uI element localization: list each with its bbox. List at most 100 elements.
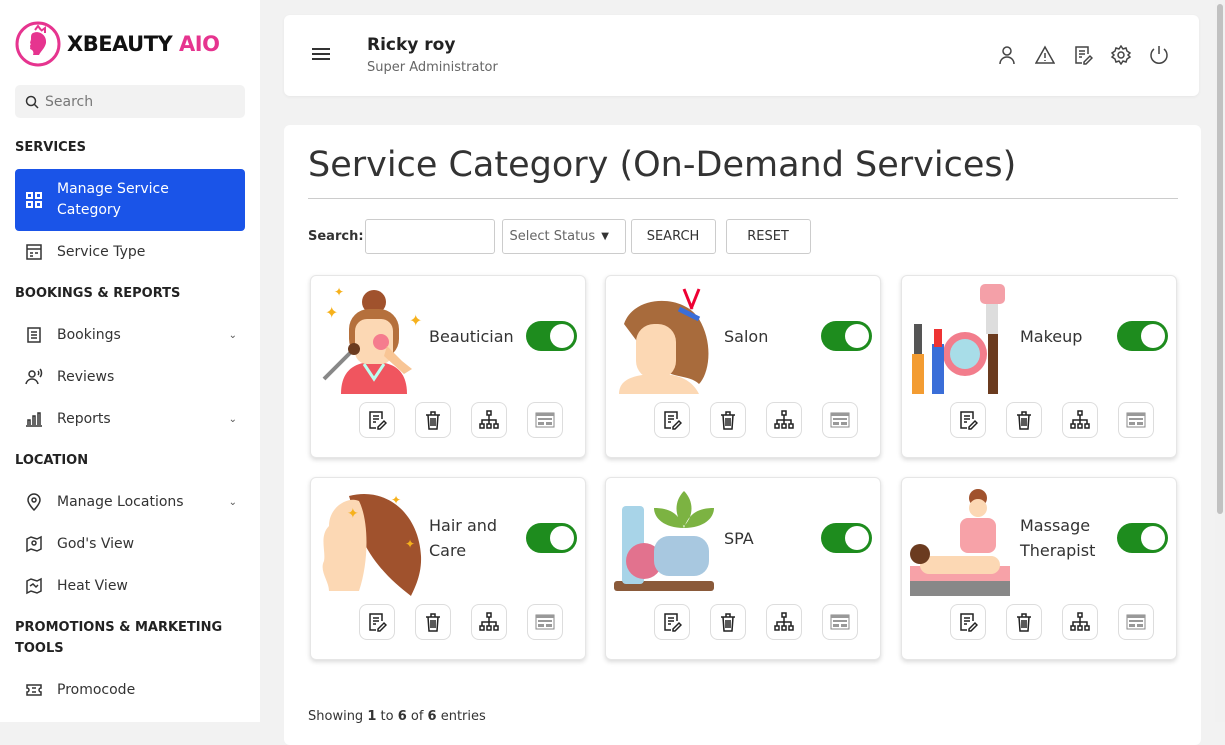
chevron-down-icon: ⌄ — [229, 330, 237, 341]
category-card: Makeup — [901, 275, 1177, 458]
category-card: ✦✦✦ Hair and Care — [310, 477, 586, 660]
banner-button[interactable] — [527, 402, 563, 438]
trash-icon — [718, 410, 738, 430]
section-location: LOCATION — [15, 450, 245, 471]
category-card: Massage Therapist — [901, 477, 1177, 660]
sidebar-item-promocode[interactable]: Promocode — [15, 670, 245, 710]
sidebar-item-bookings[interactable]: Bookings ⌄ — [15, 315, 245, 355]
subcategory-button[interactable] — [766, 402, 802, 438]
sidebar-item-label: Reports — [57, 411, 111, 427]
chevron-down-icon: ⌄ — [229, 497, 237, 508]
bar-chart-icon — [25, 410, 43, 428]
sidebar-item-reviews[interactable]: Reviews — [15, 357, 245, 397]
banner-button[interactable] — [822, 604, 858, 640]
sidebar-item-manage-locations[interactable]: Manage Locations⌄ — [15, 482, 245, 522]
map-icon — [25, 577, 43, 595]
document-icon — [25, 326, 43, 344]
subcategory-button[interactable] — [471, 402, 507, 438]
category-card: ✦✦✦ Beautician — [310, 275, 586, 458]
status-toggle[interactable] — [821, 321, 872, 351]
category-search-input[interactable] — [365, 219, 495, 254]
banner-button[interactable] — [1118, 402, 1154, 438]
category-image: ✦✦✦ — [319, 284, 429, 394]
status-toggle[interactable] — [1117, 523, 1168, 553]
category-image — [614, 284, 724, 394]
sidebar-item-gods-view[interactable]: God's View — [15, 524, 245, 564]
logo[interactable]: XBEAUTY AIO — [15, 21, 219, 67]
user-profile-icon[interactable] — [997, 45, 1017, 65]
power-logout-icon[interactable] — [1149, 45, 1169, 65]
svg-text:✦: ✦ — [405, 537, 415, 551]
map-pin-icon — [25, 535, 43, 553]
brand-name: XBEAUTY — [67, 32, 172, 56]
sitemap-icon — [774, 612, 794, 632]
page-scrollbar[interactable] — [1215, 0, 1225, 722]
category-name: SPA — [724, 518, 824, 558]
list-icon — [25, 243, 43, 261]
trash-icon — [1014, 410, 1034, 430]
sidebar-search-input[interactable]: Search — [15, 85, 245, 118]
category-image: ✦✦✦ — [319, 486, 429, 596]
status-select[interactable]: Select Status▼ — [502, 219, 626, 254]
edit-button[interactable] — [654, 604, 690, 640]
sitemap-icon — [774, 410, 794, 430]
user-name: Ricky roy — [367, 35, 455, 55]
subcategory-button[interactable] — [471, 604, 507, 640]
edit-button[interactable] — [654, 402, 690, 438]
edit-icon — [367, 612, 387, 632]
delete-button[interactable] — [415, 402, 451, 438]
settings-gear-icon[interactable] — [1111, 45, 1131, 65]
delete-button[interactable] — [1006, 402, 1042, 438]
status-toggle[interactable] — [526, 523, 577, 553]
sidebar-item-reports[interactable]: Reports ⌄ — [15, 399, 245, 439]
location-pin-icon — [25, 493, 43, 511]
banner-icon — [830, 612, 850, 632]
ticket-icon — [25, 681, 43, 699]
category-name: Makeup — [1020, 316, 1120, 356]
sidebar-item-service-type[interactable]: Service Type — [15, 232, 245, 272]
sidebar: XBEAUTY AIO Search SERVICES Manage Servi… — [0, 0, 260, 722]
banner-button[interactable] — [527, 604, 563, 640]
sidebar-item-heat-view[interactable]: Heat View — [15, 566, 245, 606]
search-label: Search: — [308, 229, 364, 244]
subcategory-button[interactable] — [1062, 402, 1098, 438]
title-divider — [308, 198, 1178, 199]
banner-button[interactable] — [822, 402, 858, 438]
delete-button[interactable] — [1006, 604, 1042, 640]
edit-icon — [958, 410, 978, 430]
edit-button[interactable] — [950, 604, 986, 640]
category-card: Salon — [605, 275, 881, 458]
edit-icon — [662, 410, 682, 430]
banner-button[interactable] — [1118, 604, 1154, 640]
sitemap-icon — [479, 410, 499, 430]
banner-icon — [1126, 410, 1146, 430]
subcategory-button[interactable] — [1062, 604, 1098, 640]
status-toggle[interactable] — [821, 523, 872, 553]
delete-button[interactable] — [710, 402, 746, 438]
user-role: Super Administrator — [367, 60, 498, 75]
subcategory-button[interactable] — [766, 604, 802, 640]
delete-button[interactable] — [710, 604, 746, 640]
trash-icon — [423, 410, 443, 430]
edit-button[interactable] — [359, 402, 395, 438]
status-toggle[interactable] — [526, 321, 577, 351]
sidebar-item-label: Promocode — [57, 682, 135, 698]
edit-note-icon[interactable] — [1073, 45, 1093, 65]
delete-button[interactable] — [415, 604, 451, 640]
reset-button[interactable]: RESET — [726, 219, 811, 254]
chevron-down-icon: ⌄ — [229, 414, 237, 425]
edit-button[interactable] — [950, 402, 986, 438]
status-toggle[interactable] — [1117, 321, 1168, 351]
sitemap-icon — [479, 612, 499, 632]
sidebar-item-label: Manage Service Category — [57, 179, 187, 221]
sidebar-item-label: Bookings — [57, 327, 121, 343]
banner-icon — [830, 410, 850, 430]
search-button[interactable]: SEARCH — [631, 219, 716, 254]
banner-icon — [535, 410, 555, 430]
hamburger-menu-icon[interactable] — [312, 48, 330, 63]
sidebar-item-manage-service-category[interactable]: Manage Service Category — [15, 169, 245, 231]
edit-button[interactable] — [359, 604, 395, 640]
sitemap-icon — [1070, 410, 1090, 430]
search-placeholder: Search — [45, 94, 93, 110]
warning-icon[interactable] — [1035, 45, 1055, 65]
